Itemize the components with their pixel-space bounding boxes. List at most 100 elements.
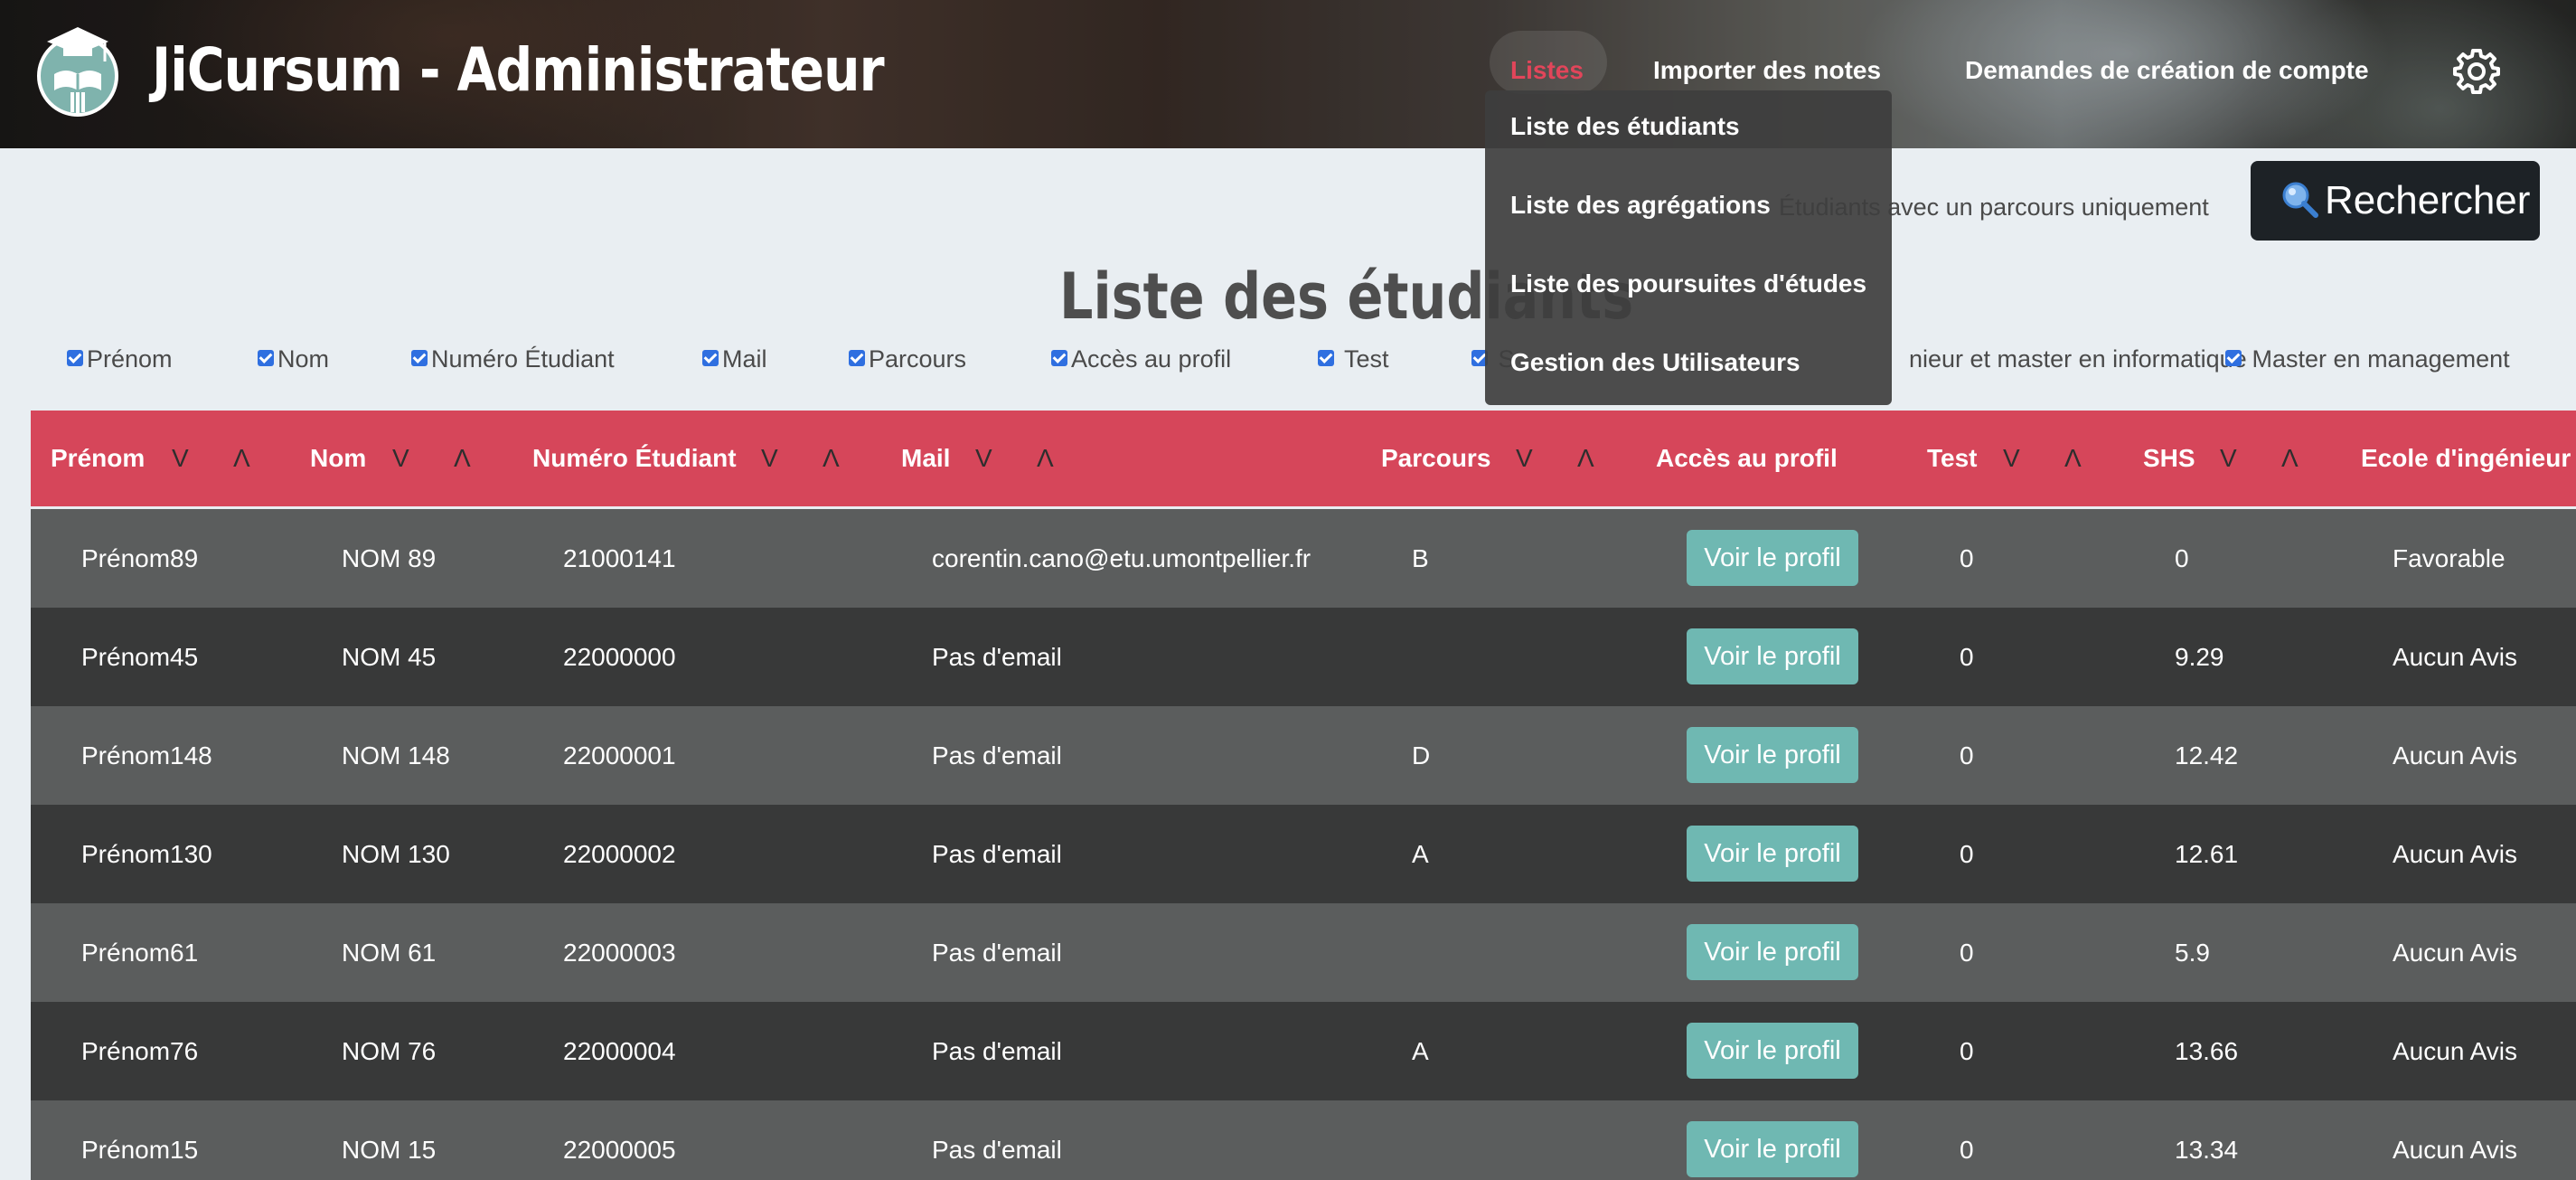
toggle-ecole[interactable]: nieur et master en informatique: [1909, 343, 2247, 375]
cell-shs: 0: [2175, 544, 2189, 572]
cell-test: 0: [1960, 840, 1974, 868]
view-profile-button[interactable]: Voir le profil: [1687, 826, 1858, 882]
cell-mail: Pas d'email: [932, 1136, 1062, 1164]
header-nom: Nom: [310, 444, 367, 472]
cell-prenom: Prénom148: [81, 741, 212, 769]
cell-shs: 13.34: [2175, 1136, 2239, 1164]
cell-prenom: Prénom76: [81, 1037, 199, 1065]
toggle-mail[interactable]: Mail: [702, 343, 767, 375]
cell-numero: 22000000: [563, 643, 676, 671]
sort-desc-parcours[interactable]: V: [1516, 411, 1533, 506]
header-ecole: Ecole d'ingénieur: [2361, 444, 2571, 472]
sort-desc-test[interactable]: V: [2003, 411, 2020, 506]
checkbox-checked[interactable]: [1051, 349, 1067, 366]
cell-parcours: D: [1412, 741, 1431, 769]
cell-numero: 22000005: [563, 1136, 676, 1164]
sort-asc-mail[interactable]: Λ: [1037, 411, 1054, 506]
cell-ecole: Aucun Avis: [2393, 741, 2518, 769]
cell-nom: NOM 89: [342, 544, 437, 572]
toggle-parcours[interactable]: Parcours: [849, 343, 966, 375]
cell-parcours: B: [1412, 544, 1429, 572]
cell-prenom: Prénom130: [81, 840, 212, 868]
toggle-nom[interactable]: Nom: [258, 343, 329, 375]
sort-asc-test[interactable]: Λ: [2064, 411, 2082, 506]
cell-ecole: Aucun Avis: [2393, 840, 2518, 868]
cell-test: 0: [1960, 741, 1974, 769]
cell-test: 0: [1960, 643, 1974, 671]
checkbox-checked[interactable]: [1318, 349, 1334, 366]
menu-item-liste-etudiants[interactable]: Liste des étudiants: [1510, 107, 1740, 146]
view-profile-button[interactable]: Voir le profil: [1687, 1121, 1858, 1177]
header-shs: SHS: [2143, 444, 2195, 472]
view-profile-button[interactable]: Voir le profil: [1687, 628, 1858, 684]
sort-asc-nom[interactable]: Λ: [454, 411, 471, 506]
toggle-management[interactable]: Master en management: [2225, 343, 2510, 375]
cell-shs: 13.66: [2175, 1037, 2239, 1065]
table-row: Prénom45 NOM 45 22000000 Pas d'email Voi…: [31, 608, 2576, 706]
nav-listes[interactable]: Listes: [1510, 52, 1584, 89]
cell-prenom: Prénom89: [81, 544, 199, 572]
toggle-test[interactable]: Test: [1318, 343, 1389, 375]
checkbox-checked[interactable]: [411, 349, 428, 366]
checkbox-checked[interactable]: [67, 349, 83, 366]
cell-mail: Pas d'email: [932, 840, 1062, 868]
checkbox-checked[interactable]: [702, 349, 719, 366]
menu-item-gestion-utilisateurs[interactable]: Gestion des Utilisateurs: [1510, 343, 1800, 382]
table-row: Prénom61 NOM 61 22000003 Pas d'email Voi…: [31, 903, 2576, 1002]
top-header: JiCursum - Administrateur Listes Importe…: [0, 0, 2576, 148]
checkbox-checked[interactable]: [2225, 349, 2242, 366]
search-button[interactable]: Rechercher: [2251, 161, 2540, 241]
view-profile-button[interactable]: Voir le profil: [1687, 727, 1858, 783]
sort-desc-prenom[interactable]: V: [172, 411, 189, 506]
menu-item-poursuites-etudes[interactable]: Liste des poursuites d'études: [1510, 264, 1866, 304]
toggle-prenom[interactable]: Prénom: [67, 343, 173, 375]
cell-nom: NOM 76: [342, 1037, 437, 1065]
toggle-numero[interactable]: Numéro Étudiant: [411, 343, 615, 375]
checkbox-checked[interactable]: [849, 349, 865, 366]
sort-asc-parcours[interactable]: Λ: [1577, 411, 1594, 506]
students-table: Prénom V Λ Nom V Λ Numéro Étudiant V Λ M…: [31, 411, 2576, 1180]
cell-shs: 12.61: [2175, 840, 2239, 868]
view-profile-button[interactable]: Voir le profil: [1687, 530, 1858, 586]
header-numero: Numéro Étudiant: [532, 444, 737, 472]
toggle-label: Master en management: [2252, 345, 2510, 373]
table-row: Prénom89 NOM 89 21000141 corentin.cano@e…: [31, 509, 2576, 608]
header-mail: Mail: [901, 444, 951, 472]
view-profile-button[interactable]: Voir le profil: [1687, 924, 1858, 980]
sort-asc-numero[interactable]: Λ: [823, 411, 840, 506]
sort-desc-shs[interactable]: V: [2220, 411, 2237, 506]
cell-ecole: Favorable: [2393, 544, 2505, 572]
sort-desc-mail[interactable]: V: [975, 411, 992, 506]
sort-asc-prenom[interactable]: Λ: [233, 411, 250, 506]
menu-item-liste-agregations[interactable]: Liste des agrégations: [1510, 185, 1771, 225]
cell-numero: 22000002: [563, 840, 676, 868]
cell-mail: Pas d'email: [932, 643, 1062, 671]
table-header: Prénom V Λ Nom V Λ Numéro Étudiant V Λ M…: [31, 411, 2576, 506]
table-row: Prénom15 NOM 15 22000005 Pas d'email Voi…: [31, 1100, 2576, 1180]
cell-shs: 12.42: [2175, 741, 2239, 769]
checkbox-checked[interactable]: [258, 349, 274, 366]
cell-test: 0: [1960, 544, 1974, 572]
toggle-acces[interactable]: Accès au profil: [1051, 343, 1231, 375]
view-profile-button[interactable]: Voir le profil: [1687, 1023, 1858, 1079]
toggle-label: Prénom: [87, 345, 173, 373]
sort-desc-nom[interactable]: V: [392, 411, 409, 506]
sort-asc-shs[interactable]: Λ: [2281, 411, 2299, 506]
cell-parcours: A: [1412, 840, 1429, 868]
cell-numero: 22000001: [563, 741, 676, 769]
header-prenom: Prénom: [51, 444, 146, 472]
cell-mail: Pas d'email: [932, 1037, 1062, 1065]
cell-test: 0: [1960, 939, 1974, 967]
nav-demandes-compte[interactable]: Demandes de création de compte: [1965, 52, 2369, 89]
app-title: JiCursum - Administrateur: [152, 35, 885, 105]
toggle-label: Parcours: [869, 345, 967, 373]
cell-nom: NOM 15: [342, 1136, 437, 1164]
cell-shs: 9.29: [2175, 643, 2224, 671]
cell-shs: 5.9: [2175, 939, 2210, 967]
listes-dropdown-menu: Liste des étudiants Liste des agrégation…: [1485, 90, 1892, 405]
university-logo[interactable]: [36, 22, 119, 123]
cell-test: 0: [1960, 1037, 1974, 1065]
gear-icon[interactable]: [2453, 47, 2500, 94]
nav-importer-notes[interactable]: Importer des notes: [1653, 52, 1881, 89]
sort-desc-numero[interactable]: V: [761, 411, 778, 506]
